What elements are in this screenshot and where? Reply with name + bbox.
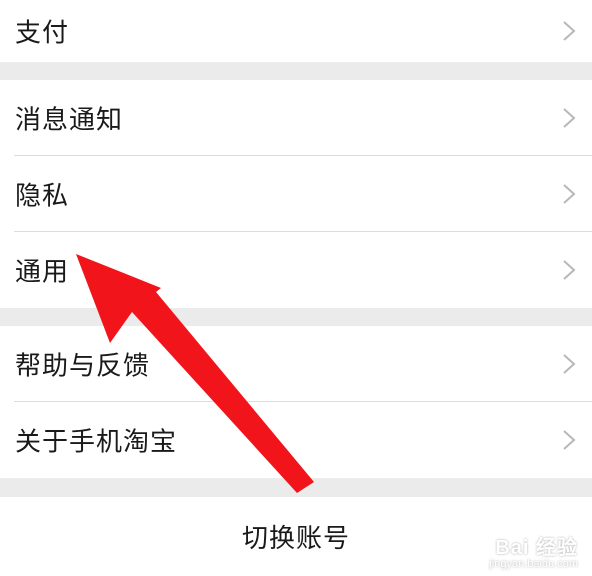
settings-row-label: 隐私 (15, 181, 70, 212)
switch-account-label: 切换账号 (241, 524, 350, 554)
settings-row-help-feedback[interactable]: 帮助与反馈 (0, 326, 592, 402)
settings-group-help: 帮助与反馈 关于手机淘宝 (0, 326, 592, 478)
settings-row-label: 通用 (15, 257, 70, 288)
chevron-right-icon (563, 260, 576, 280)
settings-group-payment: 支付 (0, 0, 592, 62)
settings-row-label: 帮助与反馈 (15, 351, 151, 382)
settings-row-privacy[interactable]: 隐私 (0, 156, 592, 232)
watermark-brand: Bai 经验 (495, 537, 578, 559)
watermark: Bai 经验 jingyan.baidu.com (489, 531, 578, 570)
settings-group-account: 切换账号 Bai 经验 jingyan.baidu.com (0, 497, 592, 576)
settings-group-general: 消息通知 隐私 通用 (0, 80, 592, 308)
settings-row-label: 关于手机淘宝 (15, 427, 178, 458)
chevron-right-icon (563, 354, 576, 374)
settings-row-general[interactable]: 通用 (0, 232, 592, 308)
chevron-right-icon (563, 430, 576, 450)
settings-row-about[interactable]: 关于手机淘宝 (0, 402, 592, 478)
chevron-right-icon (563, 21, 576, 41)
chevron-right-icon (563, 108, 576, 128)
settings-row-notifications[interactable]: 消息通知 (0, 80, 592, 156)
chevron-right-icon (563, 184, 576, 204)
settings-row-label: 消息通知 (15, 105, 124, 136)
settings-row-label: 支付 (15, 18, 70, 49)
settings-row-payment[interactable]: 支付 (0, 0, 592, 62)
watermark-site: jingyan.baidu.com (489, 558, 578, 570)
